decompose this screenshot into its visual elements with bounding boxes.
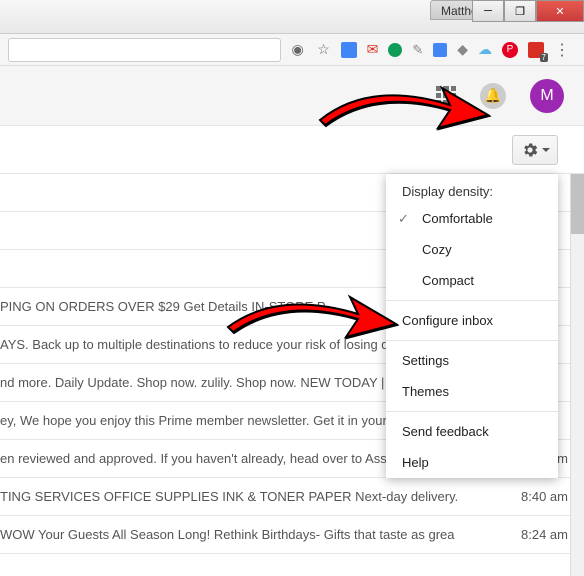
scrollbar-thumb[interactable]	[571, 174, 584, 234]
email-time: 8:40 am	[521, 489, 568, 504]
email-subject: WOW Your Guests All Season Long! Rethink…	[0, 527, 501, 542]
menu-item-compact[interactable]: Compact	[386, 265, 558, 296]
scrollbar[interactable]	[570, 174, 584, 576]
ext-icon-cloud[interactable]: ☁	[478, 41, 492, 58]
ext-icon-1[interactable]	[341, 42, 357, 58]
ext-icon-5[interactable]	[433, 43, 447, 57]
ext-icon-4[interactable]: ✎	[412, 42, 423, 58]
dropbox-ext-icon[interactable]: ◆	[457, 41, 468, 58]
menu-item-settings[interactable]: Settings	[386, 345, 558, 376]
menu-item-themes[interactable]: Themes	[386, 376, 558, 407]
menu-item-configure-inbox[interactable]: Configure inbox	[386, 305, 558, 336]
caret-down-icon	[542, 148, 550, 152]
email-row[interactable]: WOW Your Guests All Season Long! Rethink…	[0, 516, 584, 554]
eye-icon[interactable]: ◉	[289, 41, 307, 59]
url-input[interactable]	[8, 38, 281, 62]
email-row[interactable]: TING SERVICES OFFICE SUPPLIES INK & TONE…	[0, 478, 584, 516]
browser-titlebar: Matthew ─ ❐ ✕	[0, 0, 584, 34]
annotation-arrow-icon	[218, 282, 408, 367]
ext-icon-badge[interactable]: 7	[528, 42, 544, 58]
maximize-button[interactable]: ❐	[504, 0, 536, 22]
extensions-row: ✉ ✎ ◆ ☁ P 7 ⋮	[341, 40, 576, 60]
annotation-arrow-icon	[310, 70, 500, 165]
gear-icon	[521, 141, 539, 159]
menu-item-cozy[interactable]: Cozy	[386, 234, 558, 265]
menu-item-help[interactable]: Help	[386, 447, 558, 478]
menu-item-send-feedback[interactable]: Send feedback	[386, 416, 558, 447]
browser-menu-icon[interactable]: ⋮	[554, 40, 570, 60]
minimize-button[interactable]: ─	[472, 0, 504, 22]
address-bar: ◉ ☆ ✉ ✎ ◆ ☁ P 7 ⋮	[0, 34, 584, 66]
avatar[interactable]: M	[530, 79, 564, 113]
pinterest-ext-icon[interactable]: P	[502, 42, 518, 58]
density-label: Display density:	[386, 174, 558, 203]
settings-gear-button[interactable]	[512, 135, 558, 165]
menu-divider	[386, 300, 558, 301]
menu-divider	[386, 340, 558, 341]
ext-icon-green[interactable]	[388, 43, 402, 57]
close-button[interactable]: ✕	[536, 0, 584, 22]
gmail-ext-icon[interactable]: ✉	[367, 41, 379, 58]
window-buttons: ─ ❐ ✕	[472, 0, 584, 22]
menu-divider	[386, 411, 558, 412]
settings-menu: Display density: Comfortable Cozy Compac…	[386, 174, 558, 478]
menu-item-comfortable[interactable]: Comfortable	[386, 203, 558, 234]
star-icon[interactable]: ☆	[315, 41, 333, 59]
email-subject: TING SERVICES OFFICE SUPPLIES INK & TONE…	[0, 489, 501, 504]
email-time: 8:24 am	[521, 527, 568, 542]
